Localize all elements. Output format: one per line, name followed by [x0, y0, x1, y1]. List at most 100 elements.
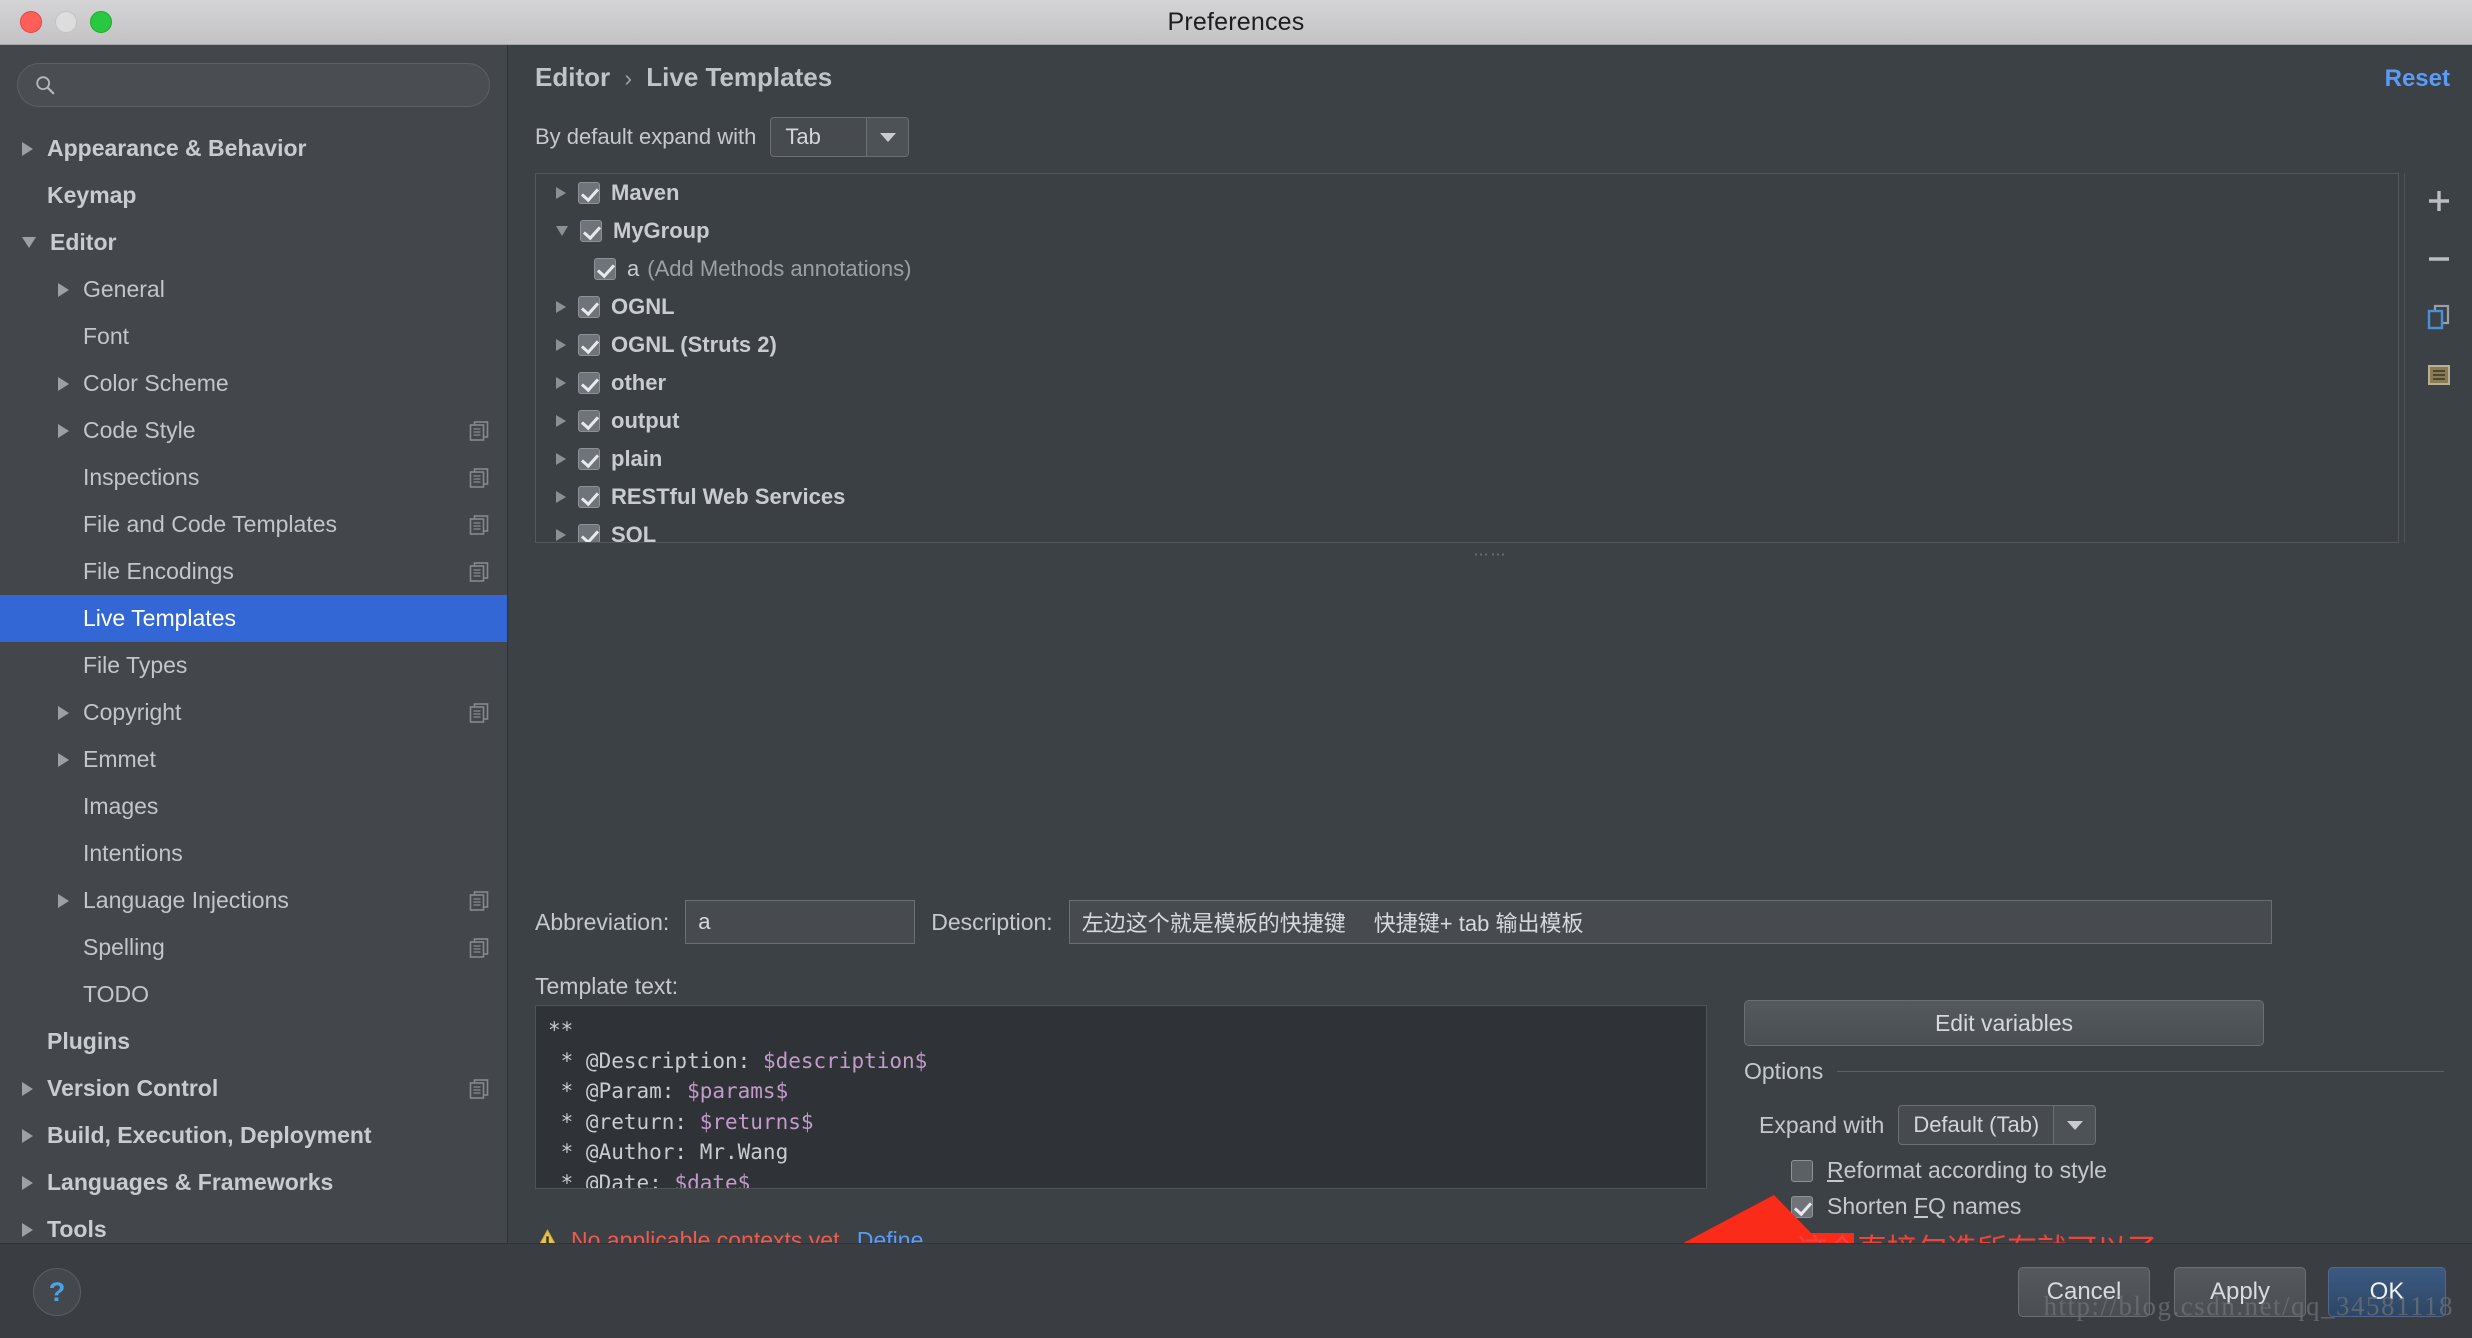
copy-settings-icon[interactable] — [469, 467, 489, 488]
sidebar-item-inspections[interactable]: Inspections — [0, 454, 507, 501]
chevron-right-icon[interactable] — [556, 415, 566, 427]
settings-sidebar: Appearance & Behavior Keymap Editor General… — [0, 45, 508, 1243]
copy-settings-icon[interactable] — [469, 937, 489, 958]
template-enabled-checkbox[interactable] — [578, 524, 600, 542]
sidebar-item-intentions[interactable]: Intentions — [0, 830, 507, 877]
search-input[interactable] — [56, 74, 489, 96]
sidebar-item-language-injections[interactable]: Language Injections — [0, 877, 507, 924]
default-expand-dropdown-button[interactable] — [866, 118, 909, 156]
chevron-right-icon[interactable] — [22, 1081, 33, 1096]
copy-settings-icon[interactable] — [469, 420, 489, 441]
reformat-checkbox[interactable] — [1791, 1159, 1813, 1182]
reformat-label: Reformat according to style — [1827, 1157, 2107, 1184]
sidebar-item-emmet[interactable]: Emmet — [0, 736, 507, 783]
sidebar-item-appearance-behavior[interactable]: Appearance & Behavior — [0, 125, 507, 172]
sidebar-item-live-templates[interactable]: Live Templates — [0, 595, 507, 642]
chevron-right-icon[interactable] — [22, 1128, 33, 1143]
copy-settings-icon[interactable] — [469, 514, 489, 535]
sidebar-item-languages-frameworks[interactable]: Languages & Frameworks — [0, 1159, 507, 1206]
search-box[interactable] — [17, 63, 490, 107]
default-expand-dropdown[interactable]: Tab — [770, 117, 910, 157]
chevron-right-icon[interactable] — [58, 282, 69, 297]
copy-settings-icon[interactable] — [469, 561, 489, 582]
expand-with-dropdown[interactable]: Default (Tab) — [1898, 1105, 2097, 1145]
template-row[interactable]: OGNL (Struts 2) — [536, 326, 2398, 364]
chevron-right-icon[interactable] — [556, 491, 566, 503]
sidebar-item-general[interactable]: General — [0, 266, 507, 313]
template-row[interactable]: MyGroup — [536, 212, 2398, 250]
sidebar-item-todo[interactable]: TODO — [0, 971, 507, 1018]
reset-link[interactable]: Reset — [2385, 65, 2450, 93]
sidebar-item-file-types[interactable]: File Types — [0, 642, 507, 689]
sidebar-item-color-scheme[interactable]: Color Scheme — [0, 360, 507, 407]
template-enabled-checkbox[interactable] — [578, 410, 600, 432]
chevron-right-icon[interactable] — [556, 339, 566, 351]
template-row[interactable]: RESTful Web Services — [536, 478, 2398, 516]
sidebar-item-code-style[interactable]: Code Style — [0, 407, 507, 454]
copy-settings-icon[interactable] — [469, 890, 489, 911]
sidebar-item-tools[interactable]: Tools — [0, 1206, 507, 1243]
chevron-right-icon[interactable] — [22, 1175, 33, 1190]
chevron-right-icon[interactable] — [556, 529, 566, 541]
template-enabled-checkbox[interactable] — [578, 334, 600, 356]
abbreviation-input[interactable] — [685, 900, 916, 944]
sidebar-item-label: Spelling — [83, 934, 165, 960]
template-enabled-checkbox[interactable] — [578, 486, 600, 508]
template-enabled-checkbox[interactable] — [594, 258, 616, 280]
sidebar-item-font[interactable]: Font — [0, 313, 507, 360]
chevron-right-icon[interactable] — [58, 893, 69, 908]
sidebar-item-plugins[interactable]: Plugins — [0, 1018, 507, 1065]
template-row[interactable]: OGNL — [536, 288, 2398, 326]
add-template-button[interactable] — [2421, 183, 2457, 219]
template-enabled-checkbox[interactable] — [578, 296, 600, 318]
chevron-right-icon[interactable] — [556, 301, 566, 313]
chevron-right-icon[interactable] — [556, 453, 566, 465]
chevron-right-icon[interactable] — [58, 423, 69, 438]
copy-settings-icon[interactable] — [469, 702, 489, 723]
breadcrumb-parent[interactable]: Editor — [535, 62, 610, 92]
duplicate-template-icon[interactable] — [2421, 299, 2457, 335]
template-row[interactable]: output — [536, 402, 2398, 440]
chevron-down-icon[interactable] — [556, 226, 568, 236]
template-row[interactable]: a (Add Methods annotations) — [536, 250, 2398, 288]
expand-with-dropdown-button[interactable] — [2053, 1106, 2096, 1144]
template-enabled-checkbox[interactable] — [580, 220, 602, 242]
sidebar-item-file-and-code-templates[interactable]: File and Code Templates — [0, 501, 507, 548]
template-row[interactable]: SQL — [536, 516, 2398, 542]
template-enabled-checkbox[interactable] — [578, 182, 600, 204]
splitter-grip-icon[interactable]: ⋯⋯ — [1474, 545, 1508, 563]
chevron-right-icon[interactable] — [58, 705, 69, 720]
help-button[interactable]: ? — [33, 1268, 81, 1316]
template-row[interactable]: other — [536, 364, 2398, 402]
template-enabled-checkbox[interactable] — [578, 448, 600, 470]
chevron-down-icon[interactable] — [22, 237, 36, 248]
template-row[interactable]: Maven — [536, 174, 2398, 212]
sidebar-item-build-execution-deployment[interactable]: Build, Execution, Deployment — [0, 1112, 507, 1159]
code-text: * @Author: Mr.Wang — [548, 1140, 789, 1164]
sidebar-item-copyright[interactable]: Copyright — [0, 689, 507, 736]
sidebar-item-spelling[interactable]: Spelling — [0, 924, 507, 971]
sidebar-item-editor[interactable]: Editor — [0, 219, 507, 266]
template-text-editor[interactable]: ** * @Description: $description$ * @Para… — [535, 1005, 1707, 1189]
remove-template-button[interactable] — [2421, 241, 2457, 277]
copy-settings-icon[interactable] — [469, 1078, 489, 1099]
template-row[interactable]: plain — [536, 440, 2398, 478]
reformat-option-row[interactable]: Reformat according to style — [1791, 1157, 2107, 1184]
chevron-right-icon[interactable] — [556, 377, 566, 389]
chevron-right-icon[interactable] — [22, 141, 33, 156]
chevron-right-icon[interactable] — [58, 752, 69, 767]
template-group-list[interactable]: Maven MyGroup a (Add Methods annotations) OG… — [535, 173, 2399, 543]
chevron-right-icon[interactable] — [556, 187, 566, 199]
chevron-right-icon[interactable] — [58, 376, 69, 391]
sidebar-item-keymap[interactable]: Keymap — [0, 172, 507, 219]
edit-variables-button[interactable]: Edit variables — [1744, 1000, 2264, 1046]
chevron-right-icon[interactable] — [22, 1222, 33, 1237]
sidebar-item-file-encodings[interactable]: File Encodings — [0, 548, 507, 595]
template-group-icon[interactable] — [2421, 357, 2457, 393]
description-input[interactable] — [1068, 900, 2272, 944]
sidebar-item-version-control[interactable]: Version Control — [0, 1065, 507, 1112]
sidebar-item-images[interactable]: Images — [0, 783, 507, 830]
template-enabled-checkbox[interactable] — [578, 372, 600, 394]
sidebar-item-label: Appearance & Behavior — [47, 135, 307, 161]
